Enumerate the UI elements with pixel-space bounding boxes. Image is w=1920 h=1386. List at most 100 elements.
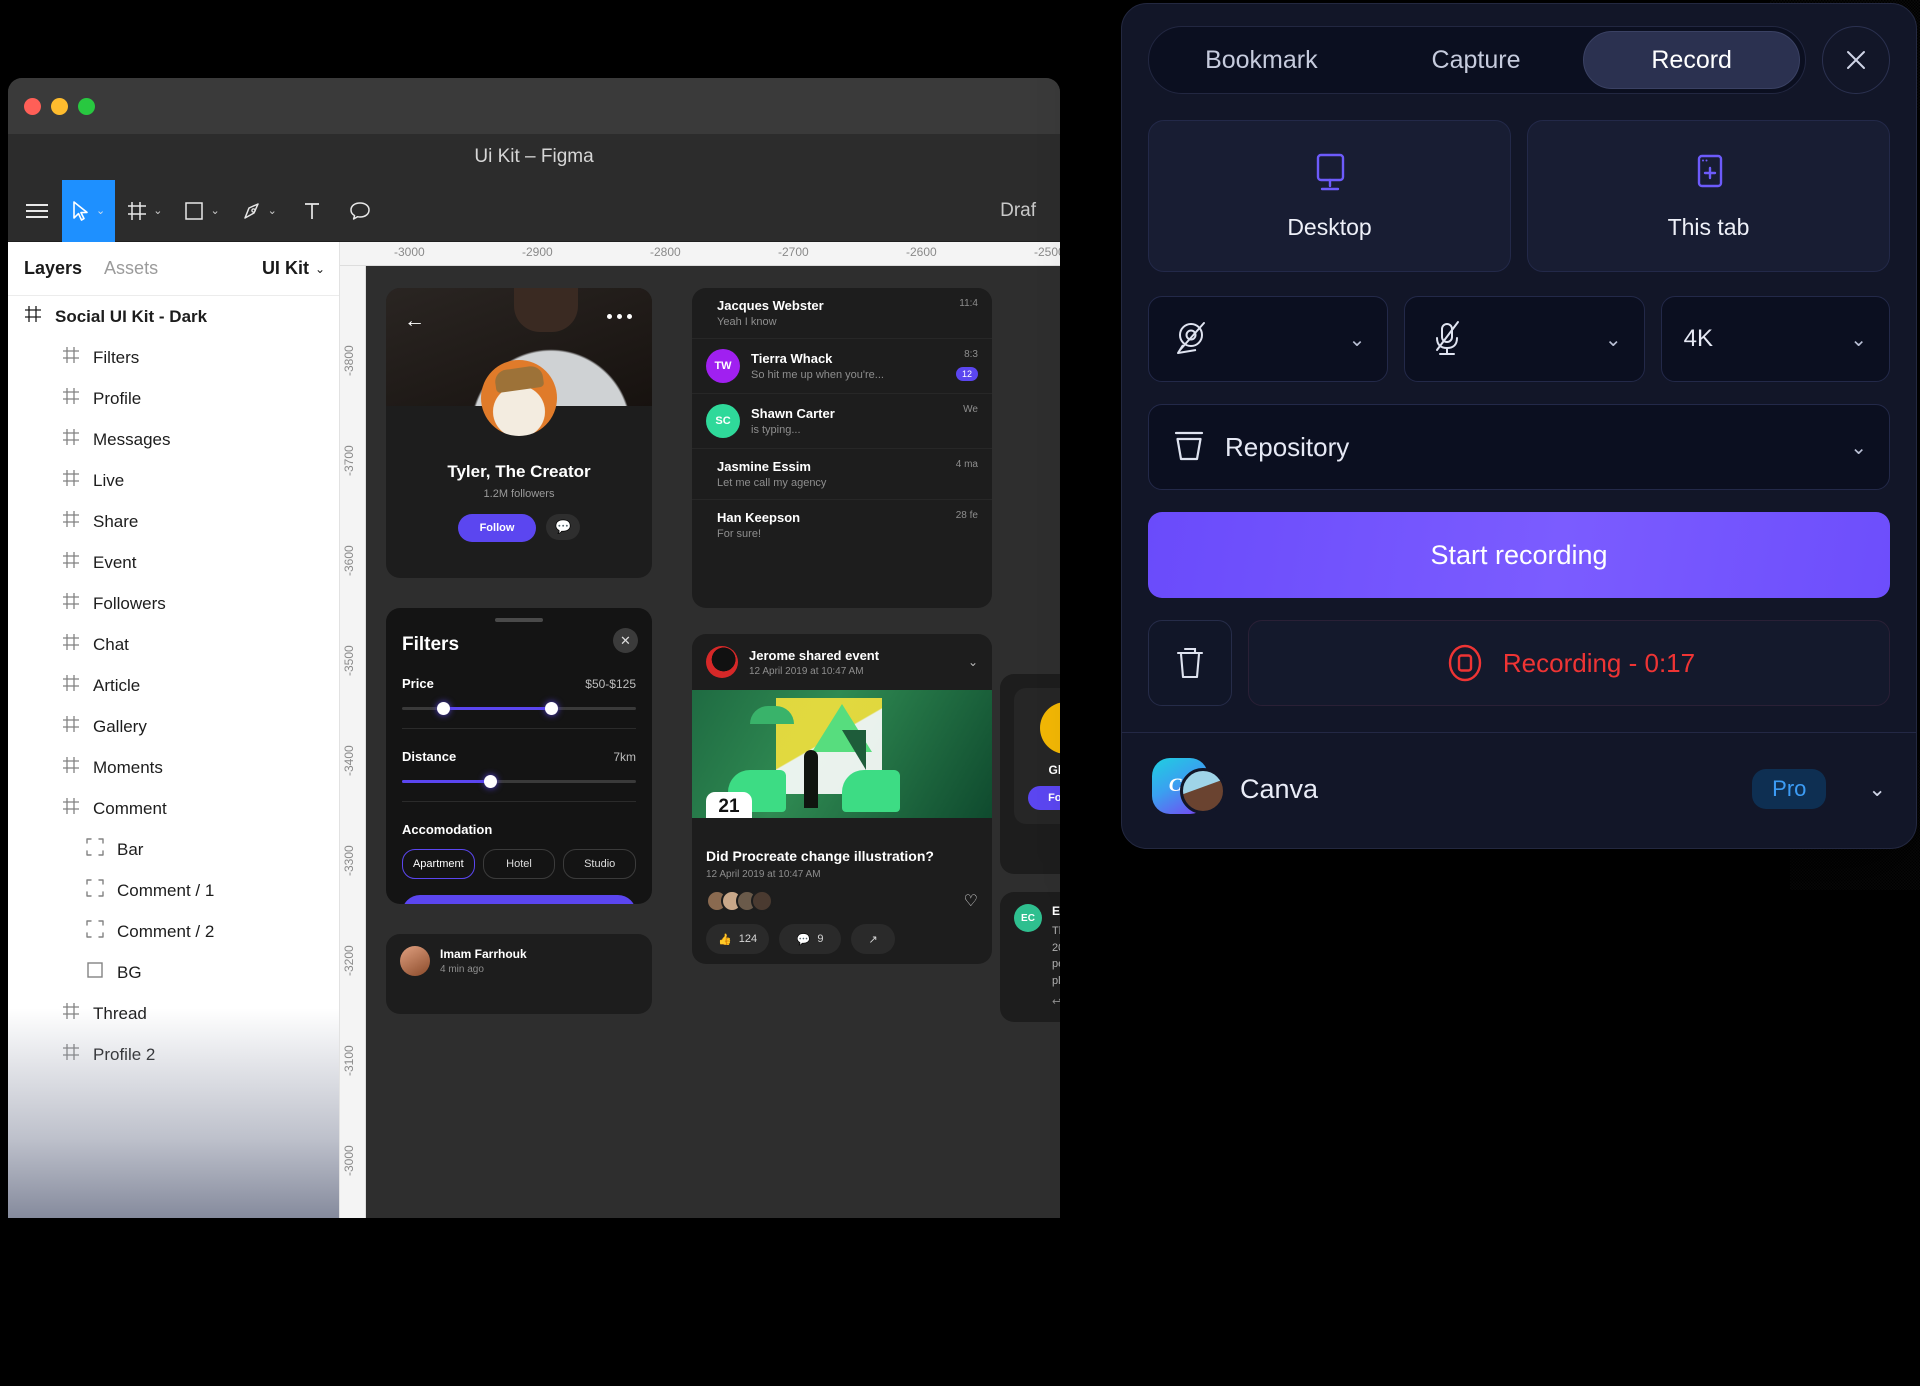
repository-selector[interactable]: Repository ⌄ — [1148, 404, 1890, 490]
main-menu-button[interactable] — [14, 180, 60, 242]
chevron-down-icon: ⌄ — [314, 261, 325, 276]
layer-item[interactable]: Thread — [8, 993, 339, 1034]
tab-layers[interactable]: Layers — [24, 258, 82, 279]
message-preview: is typing... — [751, 424, 801, 436]
message-text: Jasmine Essim Let me call my agency — [717, 459, 945, 489]
start-recording-button[interactable]: Start recording — [1148, 512, 1890, 598]
maximize-window-button[interactable] — [78, 98, 95, 115]
webcam-selector[interactable]: ⌄ — [1148, 296, 1389, 382]
tab-record[interactable]: Record — [1583, 31, 1801, 89]
text-tool-button[interactable] — [289, 180, 335, 242]
layer-item[interactable]: Live — [8, 460, 339, 501]
source-desktop-button[interactable]: Desktop — [1148, 120, 1511, 272]
layer-item[interactable]: Comment / 2 — [8, 911, 339, 952]
page-selector[interactable]: UI Kit ⌄ — [262, 258, 325, 279]
ruler-tick: -2700 — [778, 245, 809, 259]
figma-titlebar — [8, 78, 1060, 136]
layer-item[interactable]: Chat — [8, 624, 339, 665]
figma-canvas[interactable]: -3000-2900-2800-2700-2600-2500-2400 -380… — [340, 242, 1060, 1218]
frame-tool-button[interactable]: ⌄ — [117, 180, 172, 242]
bucket-icon — [1174, 431, 1204, 461]
price-slider-thumb-max[interactable] — [544, 702, 558, 715]
layer-item[interactable]: Event — [8, 542, 339, 583]
price-slider[interactable] — [402, 702, 636, 715]
layer-item[interactable]: Gallery — [8, 706, 339, 747]
distance-slider[interactable] — [402, 775, 636, 788]
heart-icon[interactable]: ♡ — [964, 891, 978, 911]
layer-item[interactable]: BG — [8, 952, 339, 993]
panel-tabs: Layers Assets UI Kit ⌄ — [8, 242, 339, 296]
back-icon[interactable]: ← — [404, 310, 425, 331]
layer-label: Bar — [117, 839, 144, 859]
quality-selector[interactable]: 4K ⌄ — [1660, 296, 1890, 382]
layer-item[interactable]: Messages — [8, 419, 339, 460]
layer-item[interactable]: Profile — [8, 378, 339, 419]
accommodation-chip[interactable]: Hotel — [482, 849, 556, 879]
stop-recording-button[interactable]: Recording - 0:17 — [1248, 620, 1890, 706]
message-icon[interactable]: 💬 — [546, 514, 581, 540]
message-row[interactable]: Han Keepson For sure! 28 fe — [692, 500, 992, 550]
account-logo: Ca — [1152, 758, 1226, 820]
price-row: Price $50-$125 — [402, 676, 636, 691]
drag-handle[interactable] — [495, 618, 543, 622]
minimize-window-button[interactable] — [51, 98, 68, 115]
close-button[interactable] — [1822, 26, 1890, 94]
close-icon[interactable]: ✕ — [613, 628, 638, 653]
layer-item[interactable]: Filters — [8, 337, 339, 378]
ruler-tick: -3000 — [342, 1145, 356, 1176]
message-row[interactable]: Jasmine Essim Let me call my agency 4 ma — [692, 449, 992, 500]
tab-assets[interactable]: Assets — [104, 258, 158, 279]
layer-item[interactable]: Bar — [8, 829, 339, 870]
illustration-chair — [842, 770, 900, 812]
pen-tool-button[interactable]: ⌄ — [232, 180, 287, 242]
thumbs-up-icon: 👍 — [718, 933, 732, 946]
tab-bookmark[interactable]: Bookmark — [1154, 31, 1369, 89]
layer-item[interactable]: Followers — [8, 583, 339, 624]
account-row[interactable]: Ca Canva Pro ⌄ — [1122, 733, 1916, 845]
message-sender: Tierra Whack — [751, 351, 833, 366]
layer-item[interactable]: Comment / 1 — [8, 870, 339, 911]
layer-item[interactable]: Comment — [8, 788, 339, 829]
layer-item[interactable]: Moments — [8, 747, 339, 788]
delete-recording-button[interactable] — [1148, 620, 1232, 706]
follow-button[interactable]: Follow — [1027, 786, 1060, 810]
layer-item[interactable]: Article — [8, 665, 339, 706]
microphone-selector[interactable]: ⌄ — [1404, 296, 1645, 382]
more-options-icon[interactable] — [607, 314, 632, 319]
follow-button[interactable]: Follow — [457, 514, 537, 542]
close-window-button[interactable] — [24, 98, 41, 115]
ruler-tick: -2900 — [522, 245, 553, 259]
move-tool-button[interactable]: ⌄ — [62, 179, 116, 242]
chevron-down-icon[interactable]: ⌄ — [1868, 777, 1886, 802]
share-button[interactable]: ↗ — [851, 924, 896, 954]
accommodation-chip[interactable]: Apartment — [402, 849, 475, 879]
comment-button[interactable]: 💬 9 — [779, 924, 842, 954]
avatar: EC — [1014, 904, 1042, 932]
layer-item[interactable]: Profile 2 — [8, 1034, 339, 1075]
message-preview: For sure! — [717, 528, 762, 540]
component-icon — [86, 920, 104, 943]
message-row[interactable]: SC Shawn Carter is typing... We — [692, 394, 992, 449]
accommodation-chip[interactable]: Studio — [563, 849, 637, 879]
repository-label: Repository — [1225, 431, 1350, 462]
comment-tool-button[interactable] — [337, 180, 383, 242]
like-button[interactable]: 👍 124 — [706, 924, 770, 954]
message-row[interactable]: Jacques Webster Yeah I know 11:4 — [692, 288, 992, 339]
mock-messages-card: Jacques Webster Yeah I know 11:4 TW Tierra W… — [692, 288, 992, 608]
message-row[interactable]: TW Tierra Whack So hit me up when you're..… — [692, 339, 992, 394]
reply-icon[interactable]: ↩ — [1052, 995, 1060, 1008]
mock-profile-card: ← Tyler, The Creator 1.2M followers Foll… — [386, 288, 652, 578]
apply-button[interactable]: Apply — [402, 895, 636, 904]
chevron-down-icon[interactable]: ⌄ — [968, 655, 978, 669]
source-this-tab-button[interactable]: This tab — [1527, 120, 1890, 272]
tab-capture[interactable]: Capture — [1369, 31, 1584, 89]
shape-tool-button[interactable]: ⌄ — [174, 180, 229, 242]
price-slider-thumb-min[interactable] — [437, 702, 451, 715]
divider — [402, 801, 636, 802]
layer-item[interactable]: Social UI Kit - Dark — [8, 296, 339, 337]
layer-item[interactable]: Share — [8, 501, 339, 542]
person-name: Glenn — [1048, 763, 1060, 777]
distance-slider-thumb[interactable] — [483, 775, 497, 788]
chevron-down-icon: ⌄ — [1850, 328, 1867, 351]
message-time: 28 fe — [955, 510, 978, 521]
